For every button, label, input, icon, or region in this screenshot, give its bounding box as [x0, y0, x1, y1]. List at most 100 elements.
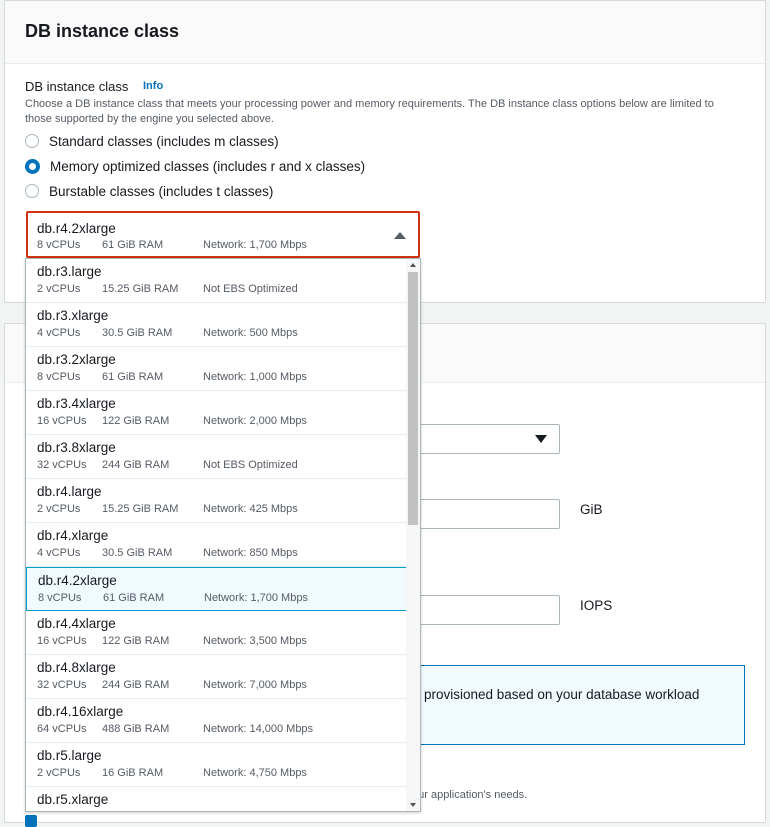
vcpus: 4 vCPUs [37, 327, 81, 339]
option-name: db.r3.4xlarge [37, 396, 116, 411]
radio-checked-icon[interactable] [25, 158, 40, 174]
vcpus: 32 vCPUs [37, 459, 87, 471]
option-specs: 4 vCPUs 30.5 GiB RAM Network: 850 Mbps [37, 547, 298, 559]
radio-standard-classes[interactable]: Standard classes (includes m classes) [25, 131, 279, 151]
caret-up-icon [394, 232, 406, 239]
option-name: db.r3.xlarge [37, 308, 109, 323]
radio-burstable-classes[interactable]: Burstable classes (includes t classes) [25, 181, 273, 201]
option-specs: 32 vCPUs 244 GiB RAM Network: 7,000 Mbps [37, 679, 307, 691]
info-alert-box [410, 665, 745, 745]
option-specs: 2 vCPUs 15.25 GiB RAM Not EBS Optimized [37, 283, 298, 295]
scrollbar-thumb[interactable] [408, 272, 418, 525]
option-db-r4-large[interactable]: db.r4.large 2 vCPUs 15.25 GiB RAM Networ… [26, 479, 407, 523]
network: Network: 14,000 Mbps [203, 723, 314, 735]
network: Network: 4,750 Mbps [203, 767, 307, 779]
network: Not EBS Optimized [203, 459, 298, 471]
radio-unchecked-icon[interactable] [25, 134, 39, 148]
field-label: DB instance class [25, 79, 129, 94]
option-name: db.r4.8xlarge [37, 660, 116, 675]
option-specs: 8 vCPUs 61 GiB RAM Network: 1,700 Mbps [38, 592, 308, 604]
storage-type-select[interactable] [410, 424, 560, 454]
option-db-r4-8xlarge[interactable]: db.r4.8xlarge 32 vCPUs 244 GiB RAM Netwo… [26, 655, 407, 699]
option-db-r5-large[interactable]: db.r5.large 2 vCPUs 16 GiB RAM Network: … [26, 743, 407, 787]
vcpus: 16 vCPUs [37, 635, 87, 647]
ram: 16 GiB RAM [102, 767, 164, 779]
radio-label: Memory optimized classes (includes r and… [50, 158, 366, 174]
provisioned-iops-input[interactable] [410, 595, 560, 625]
radio-unchecked-icon[interactable] [25, 184, 39, 198]
option-db-r3-large[interactable]: db.r3.large 2 vCPUs 15.25 GiB RAM Not EB… [26, 259, 407, 303]
vcpus: 16 vCPUs [37, 415, 87, 427]
option-db-r4-16xlarge[interactable]: db.r4.16xlarge 64 vCPUs 488 GiB RAM Netw… [26, 699, 407, 743]
storage-unit-label: GiB [580, 502, 603, 517]
network: Network: 425 Mbps [203, 503, 298, 515]
allocated-storage-input[interactable] [410, 499, 560, 529]
panel-header: DB instance class [5, 1, 765, 64]
option-name: db.r3.8xlarge [37, 440, 116, 455]
option-db-r3-2xlarge[interactable]: db.r3.2xlarge 8 vCPUs 61 GiB RAM Network… [26, 347, 407, 391]
storage-description: our application's needs. [412, 789, 528, 801]
option-specs: 2 vCPUs 16 GiB RAM Network: 4,750 Mbps [37, 767, 307, 779]
info-alert-text: provisioned based on your database workl… [424, 687, 700, 702]
ram: 244 GiB RAM [102, 679, 170, 691]
vcpus: 64 vCPUs [37, 723, 87, 735]
option-name: db.r4.16xlarge [37, 704, 124, 719]
ram: 30.5 GiB RAM [102, 547, 173, 559]
option-db-r4-xlarge[interactable]: db.r4.xlarge 4 vCPUs 30.5 GiB RAM Networ… [26, 523, 407, 567]
option-db-r3-4xlarge[interactable]: db.r3.4xlarge 16 vCPUs 122 GiB RAM Netwo… [26, 391, 407, 435]
network: Network: 3,500 Mbps [203, 635, 307, 647]
panel-title: DB instance class [25, 21, 180, 41]
radio-memory-optimized-classes[interactable]: Memory optimized classes (includes r and… [25, 156, 365, 176]
option-db-r3-xlarge[interactable]: db.r3.xlarge 4 vCPUs 30.5 GiB RAM Networ… [26, 303, 407, 347]
radio-label: Burstable classes (includes t classes) [49, 183, 274, 199]
network: Network: 2,000 Mbps [203, 415, 307, 427]
network: Not EBS Optimized [203, 283, 298, 295]
selected-class-specs: 8 vCPUs 61 GiB RAM Network: 1,700 Mbps [37, 239, 307, 251]
scroll-up-arrow-icon[interactable] [410, 263, 416, 267]
vcpus: 8 vCPUs [37, 239, 81, 251]
option-db-r4-4xlarge[interactable]: db.r4.4xlarge 16 vCPUs 122 GiB RAM Netwo… [26, 611, 407, 655]
dropdown-scrollbar[interactable] [406, 259, 420, 811]
ram: 122 GiB RAM [102, 635, 170, 647]
ram: 244 GiB RAM [102, 459, 170, 471]
option-name: db.r4.xlarge [37, 528, 109, 543]
db-instance-class-select[interactable]: db.r4.2xlarge 8 vCPUs 61 GiB RAM Network… [26, 211, 420, 258]
option-name: db.r3.2xlarge [37, 352, 116, 367]
network: Network: 1,700 Mbps [203, 239, 307, 251]
network: Network: 7,000 Mbps [203, 679, 307, 691]
option-name: db.r5.large [37, 748, 102, 763]
scroll-down-arrow-icon[interactable] [410, 803, 416, 807]
option-specs: 2 vCPUs 15.25 GiB RAM Network: 425 Mbps [37, 503, 298, 515]
option-name: db.r5.xlarge [37, 792, 109, 807]
option-specs: 64 vCPUs 488 GiB RAM Network: 14,000 Mbp… [37, 723, 313, 735]
vcpus: 8 vCPUs [38, 592, 82, 604]
option-specs: 4 vCPUs 30.5 GiB RAM Network: 500 Mbps [37, 327, 298, 339]
ram: 61 GiB RAM [102, 371, 164, 383]
selected-class-name: db.r4.2xlarge [37, 221, 116, 236]
checkbox-checked-icon[interactable] [25, 815, 37, 827]
field-description: Choose a DB instance class that meets yo… [25, 98, 714, 125]
option-db-r4-2xlarge[interactable]: db.r4.2xlarge 8 vCPUs 61 GiB RAM Network… [26, 567, 407, 611]
instance-class-dropdown-list[interactable]: db.r3.large 2 vCPUs 15.25 GiB RAM Not EB… [25, 258, 421, 812]
option-name: db.r3.large [37, 264, 102, 279]
network: Network: 500 Mbps [203, 327, 298, 339]
option-specs: 16 vCPUs 122 GiB RAM Network: 2,000 Mbps [37, 415, 307, 427]
vcpus: 32 vCPUs [37, 679, 87, 691]
ram: 61 GiB RAM [102, 239, 164, 251]
ram: 61 GiB RAM [103, 592, 165, 604]
radio-label: Standard classes (includes m classes) [49, 133, 279, 149]
ram: 488 GiB RAM [102, 723, 170, 735]
option-db-r5-xlarge[interactable]: db.r5.xlarge [26, 787, 407, 811]
option-name: db.r4.2xlarge [38, 573, 117, 588]
ram: 15.25 GiB RAM [102, 503, 179, 515]
info-link[interactable]: Info [143, 80, 163, 92]
network: Network: 1,000 Mbps [203, 371, 307, 383]
option-db-r3-8xlarge[interactable]: db.r3.8xlarge 32 vCPUs 244 GiB RAM Not E… [26, 435, 407, 479]
ram: 15.25 GiB RAM [102, 283, 179, 295]
option-specs: 8 vCPUs 61 GiB RAM Network: 1,000 Mbps [37, 371, 307, 383]
vcpus: 2 vCPUs [37, 283, 81, 295]
vcpus: 2 vCPUs [37, 767, 81, 779]
iops-unit-label: IOPS [580, 598, 613, 613]
option-specs: 16 vCPUs 122 GiB RAM Network: 3,500 Mbps [37, 635, 307, 647]
vcpus: 2 vCPUs [37, 503, 81, 515]
